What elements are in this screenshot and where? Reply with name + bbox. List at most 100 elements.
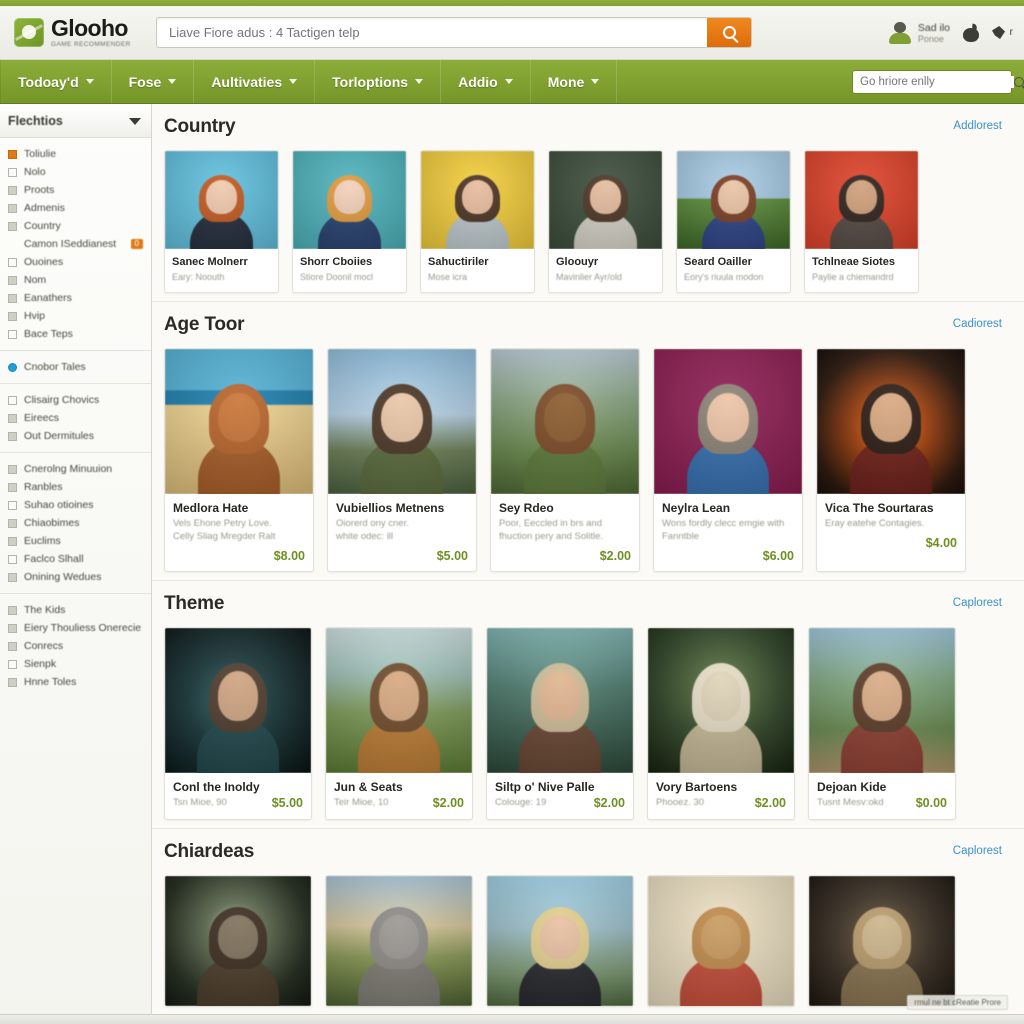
product-card[interactable]: Sahuctiriler Mose icra: [420, 150, 535, 294]
checkbox-icon[interactable]: [8, 677, 17, 687]
checkbox-icon[interactable]: [8, 554, 17, 564]
card-thumbnail[interactable]: [328, 349, 476, 495]
sidebar-filter-row[interactable]: Out Dermitules: [0, 427, 151, 445]
product-card[interactable]: [647, 874, 795, 1007]
product-card[interactable]: Jun & Seats Teir Mioe, 10 $2.00: [325, 626, 473, 820]
sidebar-filter-row[interactable]: Hnne Toles: [0, 673, 151, 691]
sidebar-filter-row[interactable]: Admenis: [0, 199, 151, 217]
checkbox-icon[interactable]: [8, 572, 17, 582]
product-card[interactable]: Siltp o' Nive Palle Colouge: 19 $2.00: [486, 626, 634, 820]
card-thumbnail[interactable]: [549, 151, 662, 249]
checkbox-icon[interactable]: [8, 536, 17, 546]
checkbox-icon[interactable]: [8, 659, 17, 669]
checkbox-icon[interactable]: [8, 257, 17, 267]
nav-search-input[interactable]: [860, 75, 1014, 88]
checkbox-icon[interactable]: [8, 185, 17, 195]
checkbox-icon[interactable]: [8, 362, 17, 372]
product-card[interactable]: Tchlneae Siotes Paylie a chiemandrd: [804, 150, 919, 294]
product-card[interactable]: Neylra Lean Wons fordly clecc emgie with …: [653, 348, 803, 572]
card-thumbnail[interactable]: [648, 875, 794, 1006]
sidebar-filter-row[interactable]: Proots: [0, 181, 151, 199]
checkbox-icon[interactable]: [8, 482, 17, 492]
checkbox-icon[interactable]: [8, 431, 17, 441]
nav-item-1[interactable]: Fose: [112, 60, 195, 103]
sidebar-filter-row[interactable]: Clisairg Chovics: [0, 391, 151, 409]
card-thumbnail[interactable]: [165, 875, 311, 1006]
product-card[interactable]: [164, 874, 312, 1007]
sidebar-filter-row[interactable]: Eanathers: [0, 289, 151, 307]
checkbox-icon[interactable]: [8, 641, 17, 651]
checkbox-icon[interactable]: [8, 329, 17, 339]
card-thumbnail[interactable]: [165, 349, 313, 495]
account-menu[interactable]: Sad ilo Ponoe: [888, 22, 950, 44]
card-thumbnail[interactable]: [326, 875, 472, 1006]
product-card[interactable]: Vory Bartoens Phooez. 30 $2.00: [647, 626, 795, 820]
nav-item-4[interactable]: Addio: [441, 60, 531, 103]
section-more-link[interactable]: Caplorest: [953, 845, 1002, 857]
checkbox-icon[interactable]: [8, 311, 17, 321]
product-card[interactable]: Vubiellios Metnens Oiorerd ony cner. whit…: [327, 348, 477, 572]
product-card[interactable]: Vica The Sourtaras Eray eatehe Contagies.…: [816, 348, 966, 572]
checkbox-icon[interactable]: [8, 221, 17, 231]
sidebar-filter-row[interactable]: Faclco Slhall: [0, 550, 151, 568]
product-card[interactable]: Dejoan Kide Tusnt Mesv:okd $0.00: [808, 626, 956, 820]
sidebar-filter-row[interactable]: Ranbles: [0, 478, 151, 496]
product-card[interactable]: [808, 874, 956, 1007]
sidebar-filter-row[interactable]: Eiery Thouliess Onerecie: [0, 619, 151, 637]
nav-search[interactable]: [852, 69, 1024, 94]
checkbox-icon[interactable]: [8, 275, 17, 285]
brand-logo[interactable]: Glooho GAME RECOMMENDER: [14, 16, 144, 49]
nav-item-3[interactable]: Torloptions: [315, 60, 442, 103]
checkbox-icon[interactable]: [8, 149, 17, 159]
product-card[interactable]: Gloouyr Mavinlier Ayr/old: [548, 150, 663, 294]
checkbox-icon[interactable]: [8, 203, 17, 213]
card-thumbnail[interactable]: [293, 151, 406, 249]
sidebar-filter-row[interactable]: Country: [0, 217, 151, 235]
product-card[interactable]: Shorr Cboiies Stiore Doonil mocl: [292, 150, 407, 294]
search-button[interactable]: [707, 18, 751, 47]
sidebar-filter-row[interactable]: Nolo: [0, 163, 151, 181]
sidebar-header[interactable]: Flechtios: [0, 104, 151, 138]
chevron-down-icon[interactable]: [129, 117, 141, 125]
sidebar-filter-row[interactable]: Toliulie: [0, 145, 151, 163]
bird-icon[interactable]: r: [992, 24, 1013, 42]
card-thumbnail[interactable]: [809, 627, 955, 773]
card-thumbnail[interactable]: [487, 627, 633, 773]
sidebar-filter-row[interactable]: Euclims: [0, 532, 151, 550]
card-thumbnail[interactable]: [165, 627, 311, 773]
sidebar-filter-row[interactable]: Cnerolng Minuuion: [0, 460, 151, 478]
checkbox-icon[interactable]: [8, 395, 17, 405]
sidebar-filter-row[interactable]: Camon ISeddianest 0: [0, 235, 151, 253]
sidebar-filter-row[interactable]: Sienpk: [0, 655, 151, 673]
checkbox-icon[interactable]: [8, 293, 17, 303]
sidebar-filter-row[interactable]: The Kids: [0, 601, 151, 619]
sidebar-filter-row[interactable]: Ouoines: [0, 253, 151, 271]
sidebar-filter-row[interactable]: Eireecs: [0, 409, 151, 427]
product-card[interactable]: Sey Rdeo Poor, Eeccled in brs and fhuctio…: [490, 348, 640, 572]
checkbox-icon[interactable]: [8, 167, 17, 177]
checkbox-icon[interactable]: [8, 605, 17, 615]
checkbox-icon[interactable]: [8, 623, 17, 633]
card-thumbnail[interactable]: [491, 349, 639, 495]
sidebar-filter-row[interactable]: Bace Teps: [0, 325, 151, 343]
card-thumbnail[interactable]: [654, 349, 802, 495]
product-card[interactable]: Sanec Molnerr Eary: Noouth: [164, 150, 279, 294]
nav-item-5[interactable]: Mone: [531, 60, 618, 103]
card-thumbnail[interactable]: [421, 151, 534, 249]
sidebar-filter-row[interactable]: Chiaobimes: [0, 514, 151, 532]
card-thumbnail[interactable]: [809, 875, 955, 1006]
product-card[interactable]: Seard Oailler Eory's riuula modon: [676, 150, 791, 294]
card-thumbnail[interactable]: [326, 627, 472, 773]
card-thumbnail[interactable]: [487, 875, 633, 1006]
product-card[interactable]: Conl the Inoldy Tsn Mioe, 90 $5.00: [164, 626, 312, 820]
sidebar-filter-row[interactable]: Suhao otioines: [0, 496, 151, 514]
nav-item-0[interactable]: Todoay'd: [0, 60, 112, 103]
checkbox-icon[interactable]: [8, 413, 17, 423]
section-more-link[interactable]: Cadiorest: [953, 318, 1002, 330]
sidebar-filter-row[interactable]: Conrecs: [0, 637, 151, 655]
card-thumbnail[interactable]: [165, 151, 278, 249]
global-search[interactable]: [156, 17, 752, 48]
nav-item-2[interactable]: Aultivaties: [194, 60, 316, 103]
section-more-link[interactable]: Addlorest: [953, 120, 1002, 132]
card-thumbnail[interactable]: [817, 349, 965, 495]
